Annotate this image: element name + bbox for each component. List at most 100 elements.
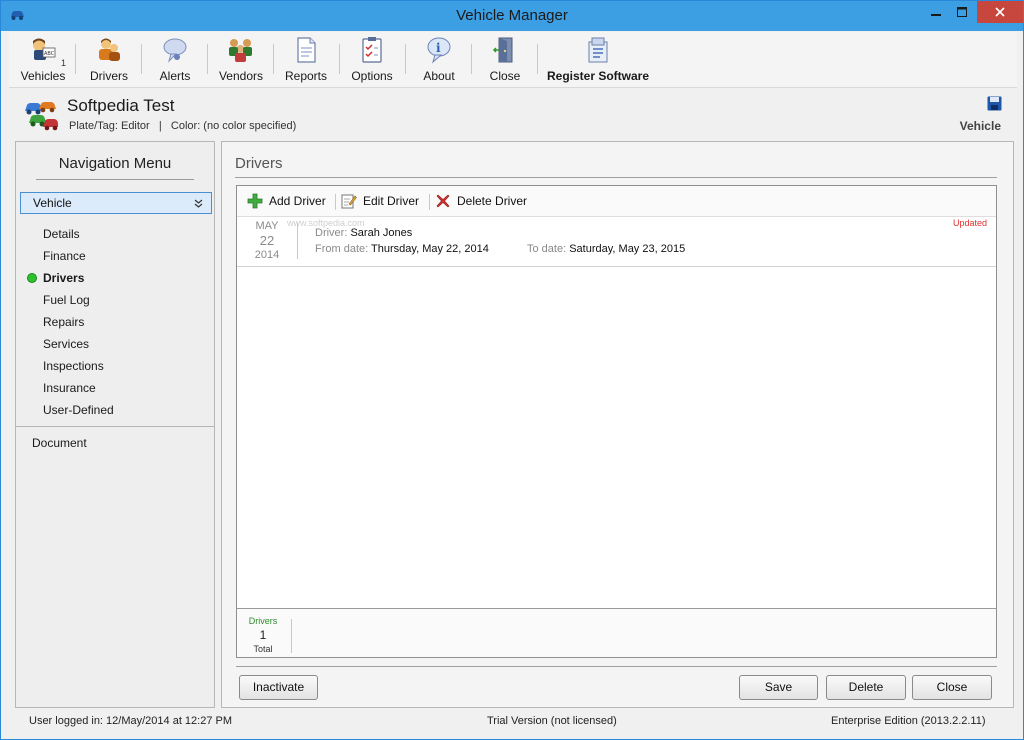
about-icon: i [427, 37, 451, 64]
add-driver-button[interactable]: Add Driver [247, 193, 326, 209]
record-from-key: From date: [315, 243, 369, 255]
toolbar-alerts-label: Alerts [159, 69, 191, 83]
vehicles-icon: ABC [33, 38, 56, 60]
nav-section-divider [16, 426, 214, 427]
toolbar-about-button[interactable]: i About [417, 36, 461, 86]
drivers-list: Add Driver Edit Driver Delete Driver www… [236, 185, 997, 658]
toolbar-separator [141, 44, 142, 74]
navigation-divider [36, 179, 194, 180]
title-bar: Vehicle Manager [1, 1, 1023, 31]
record-day: 22 [259, 233, 275, 248]
toolbar-options-button[interactable]: Options [349, 36, 395, 86]
svg-text:i: i [436, 41, 441, 55]
inactivate-button[interactable]: Inactivate [239, 675, 318, 700]
nav-item-fuel-log[interactable]: Fuel Log [43, 293, 90, 307]
delete-button[interactable]: Delete [826, 675, 906, 700]
nav-item-document[interactable]: Document [32, 436, 87, 450]
summary-total-label: Total [253, 644, 273, 654]
toolbar-separator [273, 44, 274, 74]
edit-icon [341, 194, 357, 209]
close-icon [995, 7, 1005, 17]
vehicles-count-badge: 1 [61, 58, 67, 68]
record-year: 2014 [254, 249, 280, 261]
app-window: Vehicle Manager ABC Vehicles 1 Drivers A… [0, 0, 1024, 740]
panel-title: Drivers [235, 155, 283, 172]
alerts-icon [163, 38, 187, 63]
main-toolbar: ABC Vehicles 1 Drivers Alerts Vendors Re… [9, 32, 1017, 88]
vehicle-name: Softpedia Test [67, 96, 175, 115]
double-chevron-down-icon [194, 193, 203, 215]
panel-title-divider [235, 177, 997, 178]
vehicle-details: Plate/Tag: Editor | Color: (no color spe… [69, 120, 297, 132]
red-x-icon [436, 194, 450, 208]
toolbar-options-label: Options [351, 69, 393, 83]
nav-item-user-defined[interactable]: User-Defined [43, 403, 114, 417]
driver-record-row[interactable]: www.softpedia.com MAY 22 2014 Driver: Sa… [237, 217, 996, 267]
minimize-button[interactable] [923, 1, 949, 23]
maximize-button[interactable] [949, 1, 975, 23]
toolbar-vehicles-label: Vehicles [20, 69, 66, 83]
record-month: MAY [255, 220, 279, 232]
record-to-value: Saturday, May 23, 2015 [569, 243, 686, 255]
plus-icon [247, 193, 263, 209]
nav-item-insurance[interactable]: Insurance [43, 381, 96, 395]
vendors-icon [229, 39, 252, 62]
delete-driver-button[interactable]: Delete Driver [435, 193, 527, 209]
list-toolbar-separator [335, 194, 336, 210]
toolbar-separator [405, 44, 406, 74]
window-close-button[interactable] [977, 1, 1023, 23]
list-toolbar: Add Driver Edit Driver Delete Driver [237, 186, 996, 217]
drivers-summary: Drivers 1 Total [237, 608, 996, 657]
toolbar-reports-label: Reports [284, 69, 328, 83]
maximize-icon [957, 7, 967, 17]
status-edition: Enterprise Edition (2013.2.2.11) [831, 715, 986, 727]
toolbar-separator [339, 44, 340, 74]
record-divider [297, 223, 298, 259]
navigation-panel: Navigation Menu Vehicle Details Finance … [15, 141, 215, 708]
toolbar-register-label: Register Software [547, 69, 650, 83]
nav-item-details[interactable]: Details [43, 227, 80, 241]
buttons-divider [236, 666, 997, 667]
record-driver: Driver: Sarah Jones [315, 227, 412, 239]
drivers-panel: Drivers Add Driver Edit Driver Delete Dr… [221, 141, 1014, 708]
toolbar-close-label: Close [489, 69, 521, 83]
reports-icon [297, 37, 316, 63]
save-disk-icon[interactable] [987, 96, 1002, 111]
summary-label: Drivers [248, 616, 278, 626]
status-user: User logged in: 12/May/2014 at 12:27 PM [29, 715, 233, 727]
record-from-value: Thursday, May 22, 2014 [371, 243, 489, 255]
nav-item-services[interactable]: Services [43, 337, 89, 351]
toolbar-register-button[interactable]: Register Software [547, 36, 649, 86]
minimize-icon [931, 14, 941, 16]
toolbar-separator [207, 44, 208, 74]
nav-group-select[interactable]: Vehicle [20, 192, 212, 214]
toolbar-alerts-button[interactable]: Alerts [153, 36, 197, 86]
record-driver-value: Sarah Jones [350, 227, 413, 239]
nav-item-finance[interactable]: Finance [43, 249, 86, 263]
edit-driver-label: Edit Driver [363, 194, 420, 208]
close-button[interactable]: Close [912, 675, 992, 700]
vehicle-header: Softpedia Test Plate/Tag: Editor | Color… [9, 89, 1017, 137]
list-toolbar-separator [429, 194, 430, 210]
svg-text:ABC: ABC [44, 51, 55, 57]
summary-divider [291, 619, 292, 653]
save-button[interactable]: Save [739, 675, 818, 700]
toolbar-about-label: About [423, 69, 455, 83]
toolbar-vehicles-button[interactable]: ABC Vehicles 1 [17, 36, 69, 86]
toolbar-close-button[interactable]: Close [483, 36, 527, 86]
toolbar-vendors-button[interactable]: Vendors [217, 36, 265, 86]
record-to-key: To date: [527, 243, 567, 255]
record-date: MAY 22 2014 [245, 220, 289, 261]
record-from-date: From date: Thursday, May 22, 2014 [315, 243, 489, 255]
toolbar-drivers-button[interactable]: Drivers [85, 36, 133, 86]
edit-driver-button[interactable]: Edit Driver [341, 193, 419, 209]
toolbar-reports-button[interactable]: Reports [283, 36, 329, 86]
active-item-indicator [27, 273, 37, 283]
nav-item-drivers[interactable]: Drivers [43, 271, 84, 285]
vehicle-group-icon [25, 102, 58, 131]
navigation-title: Navigation Menu [58, 155, 172, 172]
add-driver-label: Add Driver [269, 194, 326, 208]
nav-item-repairs[interactable]: Repairs [43, 315, 84, 329]
toolbar-separator [471, 44, 472, 74]
nav-item-inspections[interactable]: Inspections [43, 359, 104, 373]
